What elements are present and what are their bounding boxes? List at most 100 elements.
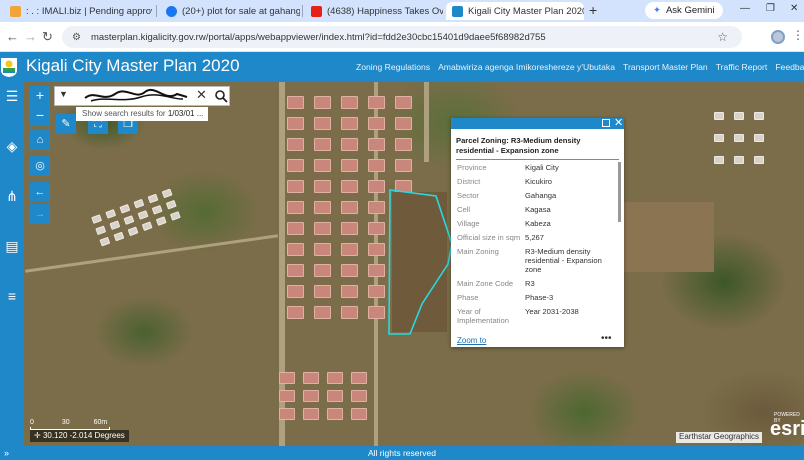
- back-arrow-icon[interactable]: ←: [6, 29, 19, 44]
- field-label: Main Zone Code: [457, 279, 514, 288]
- close-popup-icon[interactable]: ✕: [614, 116, 623, 129]
- search-widget: ▼ ✕: [54, 86, 230, 106]
- field-row: Village Kabeza: [451, 219, 624, 228]
- field-label: Cell: [457, 205, 471, 214]
- forward-arrow-icon[interactable]: →: [24, 29, 37, 44]
- popup-footer: Zoom to •••: [451, 333, 624, 347]
- bookmark-star-icon[interactable]: ☆: [717, 30, 728, 44]
- field-label: Main Zoning: [457, 247, 499, 256]
- suggestion-prefix: Show search results for: [82, 109, 168, 118]
- app-title: Kigali City Master Plan 2020: [26, 56, 240, 75]
- zoom-in-button[interactable]: +: [30, 86, 50, 106]
- field-row: Main Zone Code R3: [451, 279, 624, 288]
- document-icon[interactable]: ▤: [2, 236, 22, 256]
- kigali-logo-icon: [1, 58, 17, 77]
- zoom-control: + −: [30, 86, 50, 126]
- link-zoning-regulations[interactable]: Zoning Regulations: [356, 62, 430, 72]
- reload-icon[interactable]: ↻: [42, 29, 53, 45]
- list-settings-icon[interactable]: ≡: [2, 286, 22, 306]
- browser-tab-imali[interactable]: : . : IMALI.biz | Pending approval: [4, 2, 152, 20]
- link-transport-master-plan[interactable]: Transport Master Plan: [623, 62, 708, 72]
- field-value: Phase-3: [525, 293, 554, 302]
- popup-header: ✕: [451, 116, 624, 129]
- left-dock: ☰ ◈ ⋔ ▤ ≡: [0, 82, 24, 446]
- powered-by-label: POWERED BY: [774, 412, 800, 424]
- close-window-icon[interactable]: ✕: [790, 3, 798, 14]
- layer-list-icon[interactable]: ☰: [2, 86, 22, 106]
- maximize-popup-icon[interactable]: [602, 119, 610, 127]
- gemini-sparkle-icon: ✦: [653, 5, 661, 16]
- field-value: Kigali City: [525, 163, 559, 172]
- field-value: Kicukiro: [525, 177, 553, 186]
- search-icon[interactable]: [212, 88, 230, 105]
- map-view[interactable]: [24, 82, 804, 446]
- link-traffic-report[interactable]: Traffic Report: [716, 62, 768, 72]
- network-icon[interactable]: ⋔: [2, 186, 22, 206]
- layers-icon[interactable]: ◈: [2, 136, 22, 156]
- next-extent-button[interactable]: →: [30, 204, 50, 224]
- field-value: 5,267: [525, 233, 545, 242]
- locate-button[interactable]: ◎: [30, 156, 50, 176]
- minimize-icon[interactable]: —: [740, 3, 750, 14]
- facebook-favicon-icon: [166, 5, 177, 17]
- url-omnibox[interactable]: ⚙ masterplan.kigalicity.gov.rw/portal/ap…: [62, 26, 742, 48]
- tab-label: (20+) plot for sale at gahanga: [182, 5, 300, 17]
- field-value: R3: [525, 279, 535, 288]
- home-button[interactable]: ⌂: [30, 130, 50, 150]
- youtube-favicon-icon: [311, 5, 322, 17]
- selected-parcel-outline[interactable]: [24, 82, 804, 446]
- coordinate-readout: ✛ 30.120 -2.014 Degrees: [30, 430, 129, 442]
- measure-tool-icon[interactable]: ✎: [56, 114, 76, 134]
- ask-gemini-button[interactable]: ✦ Ask Gemini: [645, 2, 723, 19]
- search-source-dropdown-icon[interactable]: ▼: [59, 89, 68, 99]
- field-label: Sector: [457, 191, 479, 200]
- link-amabwiriza[interactable]: Amabwiriza agenga Imikoreshereze y'Ubuta…: [438, 62, 615, 72]
- field-row: Province Kigali City: [451, 163, 624, 172]
- scale-bar: 0 30 60m: [30, 419, 110, 430]
- scale-label-30: 30: [61, 419, 70, 426]
- new-tab-button[interactable]: +: [589, 2, 597, 18]
- previous-extent-button[interactable]: ←: [30, 182, 50, 202]
- coordinate-icon: ✛: [34, 431, 41, 440]
- field-label: Province: [457, 163, 487, 172]
- expand-panel-icon[interactable]: »: [4, 446, 9, 460]
- link-feedback-form[interactable]: Feedback Form: [775, 62, 804, 72]
- header-links: Zoning Regulations Amabwiriza agenga Imi…: [356, 62, 804, 72]
- zoom-out-button[interactable]: −: [30, 106, 50, 126]
- field-label: Village: [457, 219, 480, 228]
- zoom-to-link[interactable]: Zoom to: [457, 336, 486, 345]
- map-attribution: Earthstar Geographics: [676, 432, 763, 443]
- redaction-scribble: [84, 89, 188, 102]
- app-header: Kigali City Master Plan 2020 Zoning Regu…: [0, 52, 804, 82]
- site-settings-icon[interactable]: ⚙: [72, 32, 81, 43]
- profile-avatar[interactable]: [771, 30, 785, 44]
- field-label: Phase: [457, 293, 479, 302]
- imali-favicon-icon: [10, 5, 21, 17]
- field-row: District Kicukiro: [451, 177, 624, 186]
- popup-scrollbar[interactable]: [618, 162, 621, 222]
- maximize-icon[interactable]: ❐: [766, 3, 775, 14]
- popup-fields: Province Kigali City District Kicukiro Sec…: [451, 160, 624, 336]
- field-row: Main Zoning R3-Medium density residential…: [451, 247, 624, 274]
- field-row: Year of Implementation Year 2031-2038: [451, 307, 624, 325]
- more-actions-icon[interactable]: •••: [601, 333, 612, 344]
- field-value: Kagasa: [525, 205, 551, 214]
- coordinate-text: 30.120 -2.014 Degrees: [42, 431, 125, 440]
- field-label: Official size in sqm: [457, 233, 521, 242]
- field-row: Phase Phase-3: [451, 293, 624, 302]
- field-row: Official size in sqm 5,267: [451, 233, 624, 242]
- field-value: R3-Medium density residential - Expansio…: [525, 247, 602, 274]
- browser-tab-masterplan[interactable]: Kigali City Master Plan 2020 ✕: [446, 2, 584, 20]
- scale-label-0: 0: [30, 419, 34, 426]
- clear-search-icon[interactable]: ✕: [196, 87, 207, 103]
- browser-menu-icon[interactable]: ⋮: [792, 28, 804, 42]
- field-row: Sector Gahanga: [451, 191, 624, 200]
- browser-tab-facebook[interactable]: (20+) plot for sale at gahanga: [160, 2, 300, 20]
- field-label: Year of Implementation: [457, 307, 509, 325]
- popup-title: Parcel Zoning: R3-Medium density residen…: [456, 129, 619, 160]
- field-value: Year 2031-2038: [525, 307, 579, 316]
- browser-tab-youtube[interactable]: (4638) Happiness Takes Over: [305, 2, 443, 20]
- tab-label: : . : IMALI.biz | Pending approval: [26, 5, 152, 17]
- search-suggestion[interactable]: Show search results for 1/03/01 ...: [76, 107, 208, 121]
- field-label: District: [457, 177, 481, 186]
